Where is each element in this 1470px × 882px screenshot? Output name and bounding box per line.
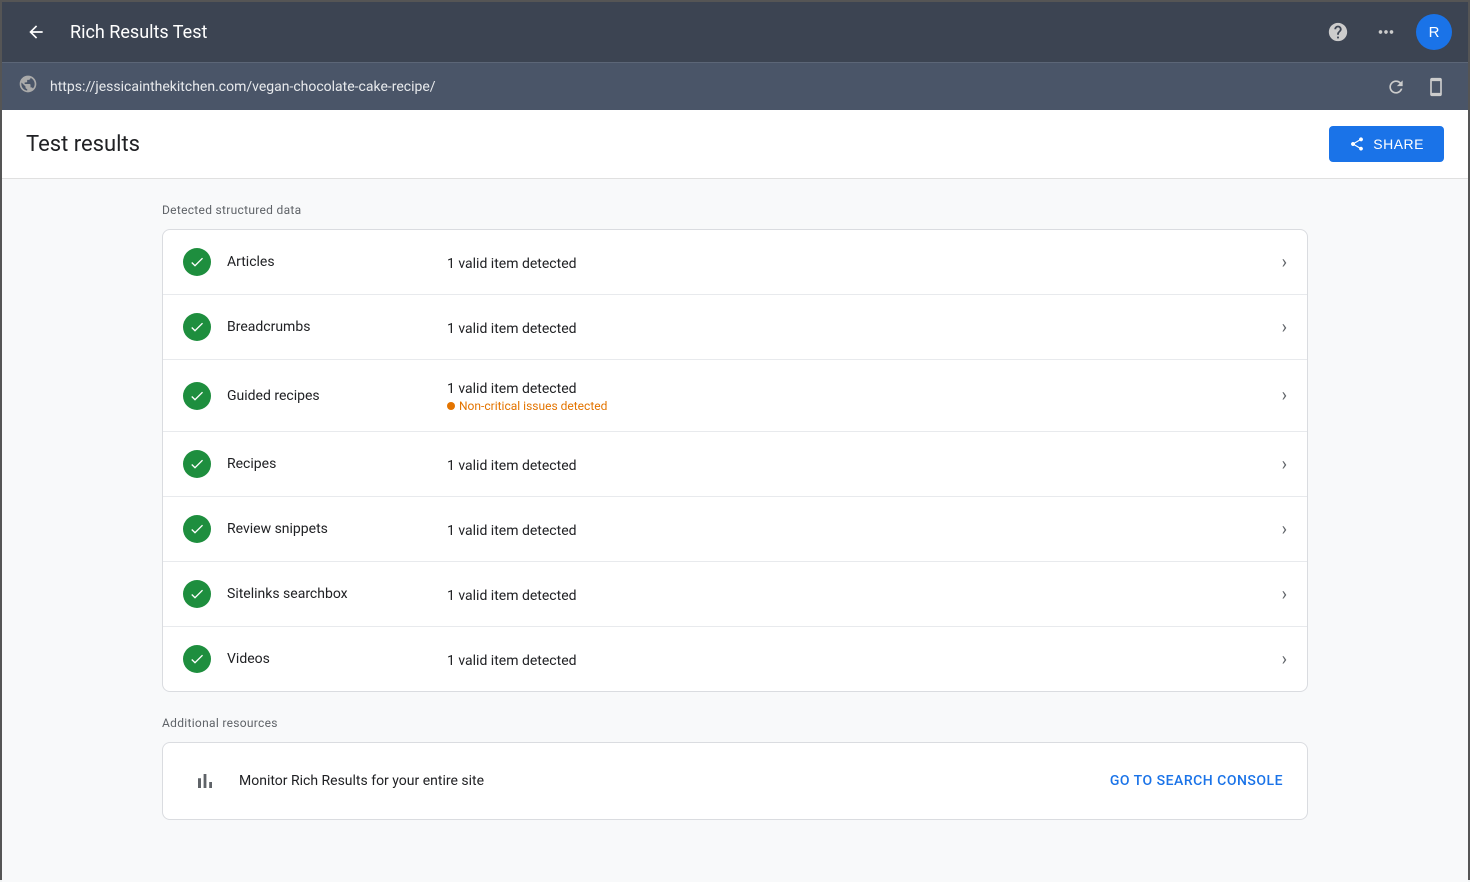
user-avatar[interactable]: R <box>1416 14 1452 50</box>
page-title: Test results <box>26 132 140 157</box>
share-button[interactable]: SHARE <box>1329 126 1444 162</box>
chevron-right-icon: › <box>1282 385 1287 406</box>
item-name: Guided recipes <box>227 388 447 404</box>
item-status: 1 valid item detected <box>447 585 1270 604</box>
apps-button[interactable] <box>1368 14 1404 50</box>
warning-dot-icon <box>447 402 455 410</box>
table-row[interactable]: Guided recipes 1 valid item detected Non… <box>163 360 1307 432</box>
chevron-right-icon: › <box>1282 317 1287 338</box>
url-bar: https://jessicainthekitchen.com/vegan-ch… <box>2 62 1468 110</box>
results-header: Test results SHARE <box>2 110 1468 179</box>
help-button[interactable] <box>1320 14 1356 50</box>
additional-resources-card: Monitor Rich Results for your entire sit… <box>162 742 1308 820</box>
top-nav-bar: Rich Results Test R <box>2 2 1468 62</box>
bar-chart-icon <box>187 763 223 799</box>
app-title: Rich Results Test <box>70 22 1304 43</box>
table-row[interactable]: Articles 1 valid item detected › <box>163 230 1307 295</box>
chevron-right-icon: › <box>1282 252 1287 273</box>
url-display: https://jessicainthekitchen.com/vegan-ch… <box>50 79 1368 95</box>
url-right-icons <box>1380 71 1452 103</box>
item-name: Articles <box>227 254 447 270</box>
table-row[interactable]: Review snippets 1 valid item detected › <box>163 497 1307 562</box>
item-name: Recipes <box>227 456 447 472</box>
item-name: Breadcrumbs <box>227 319 447 335</box>
refresh-button[interactable] <box>1380 71 1412 103</box>
chevron-right-icon: › <box>1282 454 1287 475</box>
valid-check-icon <box>183 382 211 410</box>
additional-section-label: Additional resources <box>162 716 1308 730</box>
chevron-right-icon: › <box>1282 649 1287 670</box>
item-name: Sitelinks searchbox <box>227 586 447 602</box>
go-to-console-link[interactable]: GO TO SEARCH CONSOLE <box>1110 773 1283 789</box>
valid-check-icon <box>183 450 211 478</box>
globe-icon <box>18 74 38 99</box>
valid-check-icon <box>183 313 211 341</box>
monitor-text: Monitor Rich Results for your entire sit… <box>239 773 1110 789</box>
item-status: 1 valid item detected <box>447 520 1270 539</box>
item-status: 1 valid item detected <box>447 650 1270 669</box>
main-content: Detected structured data Articles 1 vali… <box>2 179 1468 882</box>
item-status: 1 valid item detected <box>447 253 1270 272</box>
table-row[interactable]: Breadcrumbs 1 valid item detected › <box>163 295 1307 360</box>
valid-check-icon <box>183 645 211 673</box>
search-console-row[interactable]: Monitor Rich Results for your entire sit… <box>163 743 1307 819</box>
chevron-right-icon: › <box>1282 584 1287 605</box>
item-name: Videos <box>227 651 447 667</box>
warning-indicator: Non-critical issues detected <box>447 399 1270 413</box>
detected-section-label: Detected structured data <box>162 203 1308 217</box>
top-right-icons: R <box>1320 14 1452 50</box>
item-name: Review snippets <box>227 521 447 537</box>
mobile-view-button[interactable] <box>1420 71 1452 103</box>
item-status: 1 valid item detected <box>447 318 1270 337</box>
back-button[interactable] <box>18 14 54 50</box>
table-row[interactable]: Recipes 1 valid item detected › <box>163 432 1307 497</box>
chevron-right-icon: › <box>1282 519 1287 540</box>
content-area: Test results SHARE Detected structured d… <box>2 110 1468 882</box>
detected-data-card: Articles 1 valid item detected › Breadcr… <box>162 229 1308 692</box>
table-row[interactable]: Videos 1 valid item detected › <box>163 627 1307 691</box>
valid-check-icon <box>183 515 211 543</box>
item-status: 1 valid item detected Non-critical issue… <box>447 378 1270 413</box>
item-status: 1 valid item detected <box>447 455 1270 474</box>
table-row[interactable]: Sitelinks searchbox 1 valid item detecte… <box>163 562 1307 627</box>
valid-check-icon <box>183 580 211 608</box>
valid-check-icon <box>183 248 211 276</box>
